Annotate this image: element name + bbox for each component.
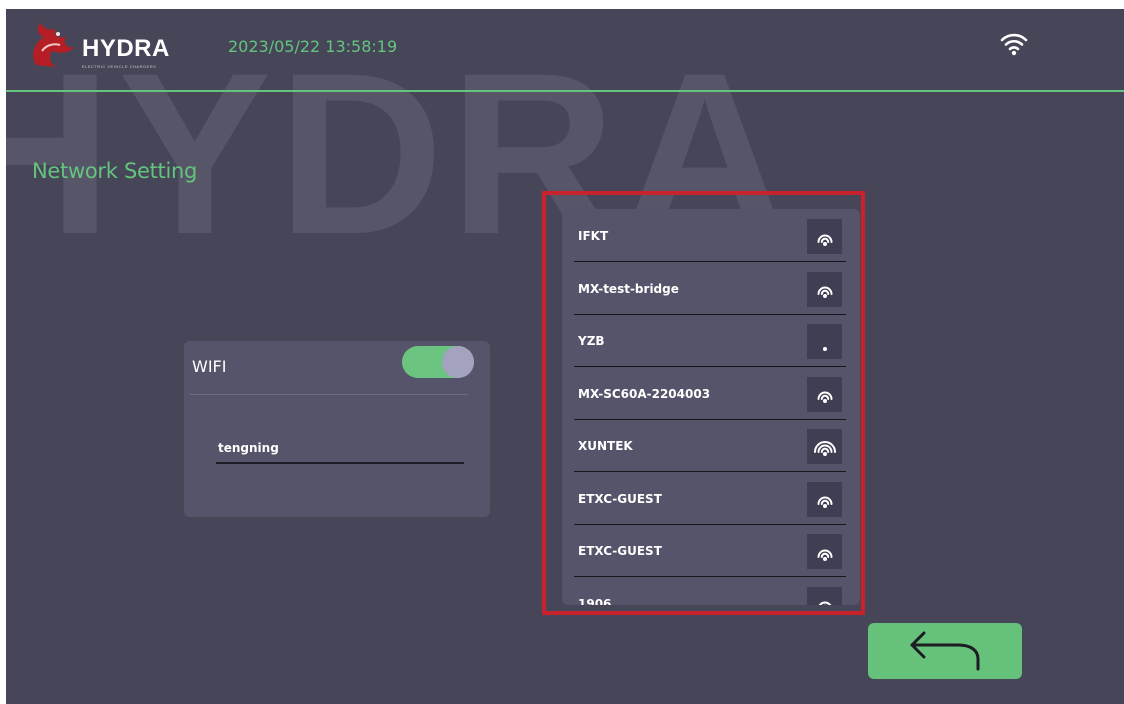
back-button[interactable] — [868, 623, 1022, 679]
toggle-knob — [442, 346, 474, 378]
wifi-toggle-switch[interactable] — [402, 346, 474, 378]
page-title: Network Setting — [32, 159, 198, 183]
highlight-annotation — [542, 191, 865, 615]
connected-network-underline — [216, 462, 464, 464]
charger-screen: HYDRA HYDRA ELECTRIC VEHICLE CHARGERS 20… — [6, 9, 1124, 704]
brand-tagline: ELECTRIC VEHICLE CHARGERS — [82, 64, 157, 69]
panel-divider — [190, 394, 468, 395]
wifi-full-icon — [1000, 33, 1028, 56]
datetime-display: 2023/05/22 13:58:19 — [228, 37, 398, 56]
wifi-panel: WIFI tengning — [184, 341, 490, 517]
header-divider — [6, 90, 1124, 92]
back-arrow-icon — [910, 631, 980, 671]
dragon-logo-icon — [33, 23, 74, 67]
connected-network-name[interactable]: tengning — [218, 441, 279, 455]
brand-name: HYDRA — [82, 35, 170, 62]
hydra-logo: HYDRA ELECTRIC VEHICLE CHARGERS — [28, 21, 188, 69]
wifi-label: WIFI — [192, 357, 227, 376]
